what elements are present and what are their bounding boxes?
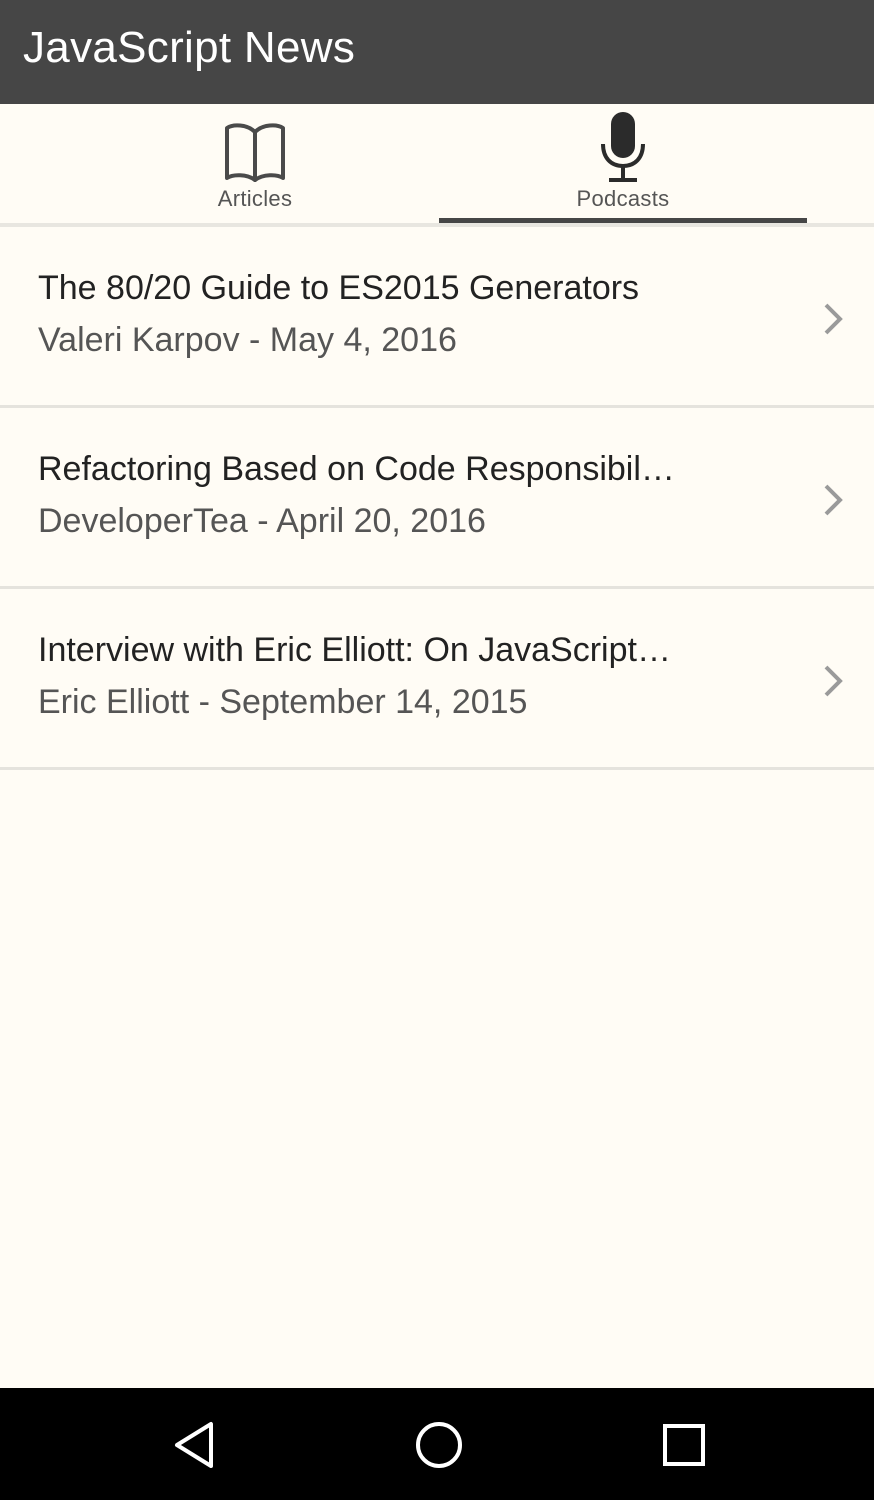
list-item[interactable]: Interview with Eric Elliott: On JavaScri… xyxy=(0,589,874,770)
chevron-right-icon xyxy=(824,484,843,516)
item-title: Interview with Eric Elliott: On JavaScri… xyxy=(38,631,671,669)
item-subtitle: DeveloperTea - April 20, 2016 xyxy=(38,502,486,540)
item-subtitle: Valeri Karpov - May 4, 2016 xyxy=(38,321,457,359)
tab-articles[interactable]: Articles xyxy=(71,104,439,224)
back-triangle-icon[interactable] xyxy=(167,1418,221,1472)
list-item[interactable]: The 80/20 Guide to ES2015 Generators Val… xyxy=(0,227,874,408)
list-item[interactable]: Refactoring Based on Code Responsibil… D… xyxy=(0,408,874,589)
microphone-icon xyxy=(599,110,647,182)
chevron-right-icon xyxy=(824,303,843,335)
tab-podcasts-label: Podcasts xyxy=(576,186,670,211)
book-icon xyxy=(223,110,287,182)
home-circle-icon[interactable] xyxy=(412,1418,466,1472)
app-title: JavaScript News xyxy=(23,23,356,72)
chevron-right-icon xyxy=(824,665,843,697)
item-title: The 80/20 Guide to ES2015 Generators xyxy=(38,269,640,307)
tab-bar: Articles Podcasts xyxy=(0,104,874,224)
tab-podcasts[interactable]: Podcasts xyxy=(439,104,807,224)
recents-square-icon[interactable] xyxy=(657,1418,711,1472)
system-nav-bar xyxy=(0,1388,874,1500)
tab-articles-label: Articles xyxy=(217,186,293,211)
item-title: Refactoring Based on Code Responsibil… xyxy=(38,450,675,488)
podcast-list: The 80/20 Guide to ES2015 Generators Val… xyxy=(0,227,874,770)
item-subtitle: Eric Elliott - September 14, 2015 xyxy=(38,683,528,721)
app-bar: JavaScript News xyxy=(0,0,874,104)
